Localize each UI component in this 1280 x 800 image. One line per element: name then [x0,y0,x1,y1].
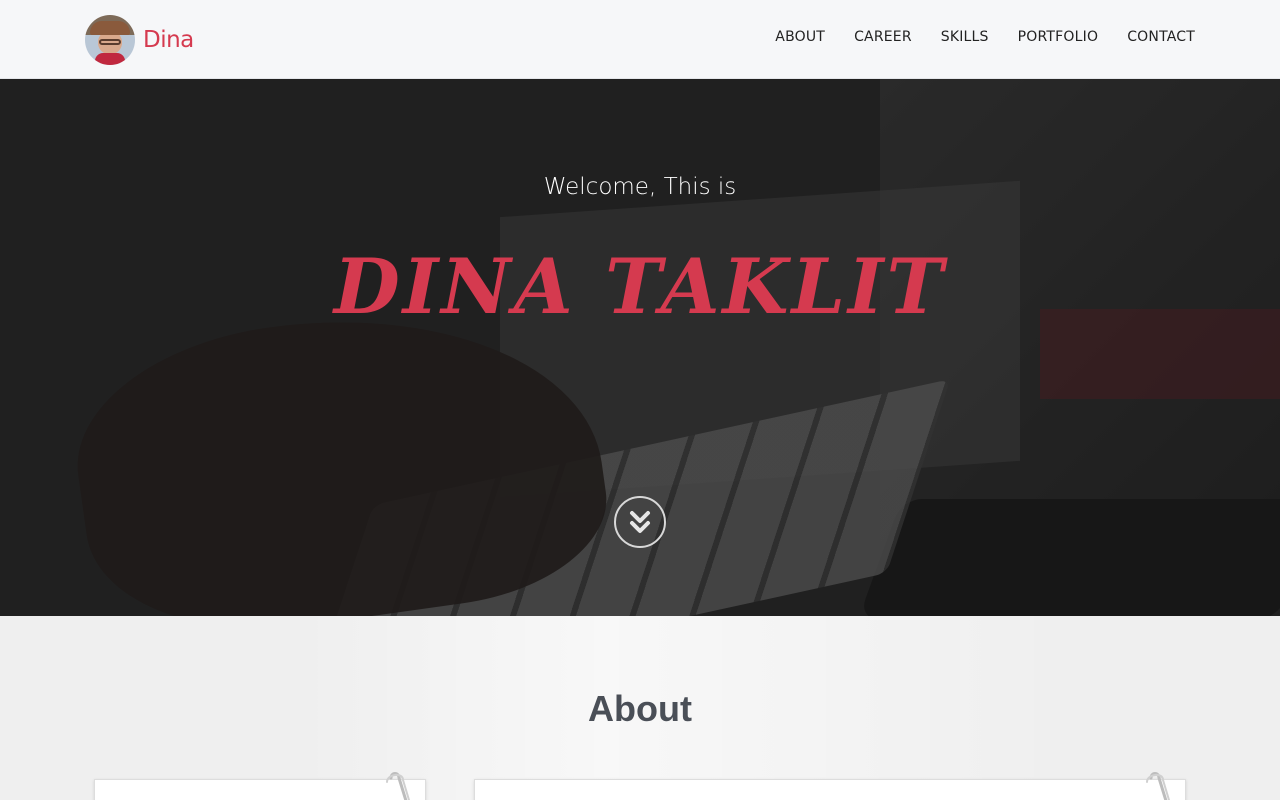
chevrons-down-icon [630,511,650,533]
paperclip-icon [386,772,410,800]
hero-title: DINA TAKLIT [333,242,947,331]
nav-item-about[interactable]: ABOUT [775,29,825,45]
navbar: Dina ABOUT CAREER SKILLS PORTFOLIO CONTA… [0,0,1280,79]
nav-item-career[interactable]: CAREER [854,29,912,45]
brand-link[interactable]: Dina [85,15,194,65]
about-card-left [94,772,426,800]
about-title: About [588,688,692,729]
scroll-down-button[interactable] [614,496,666,548]
hero-welcome-text: Welcome, This is [543,174,737,200]
hero-section: Welcome, This is DINA TAKLIT [0,79,1280,616]
paperclip-icon [1146,772,1170,800]
avatar [85,15,135,65]
nav-item-portfolio[interactable]: PORTFOLIO [1018,29,1099,45]
nav-item-contact[interactable]: CONTACT [1127,29,1195,45]
brand-name: Dina [143,27,194,53]
about-section: About [0,616,1280,800]
main-nav: ABOUT CAREER SKILLS PORTFOLIO CONTACT [775,28,1195,46]
nav-item-skills[interactable]: SKILLS [941,29,989,45]
about-card-right [474,772,1186,800]
